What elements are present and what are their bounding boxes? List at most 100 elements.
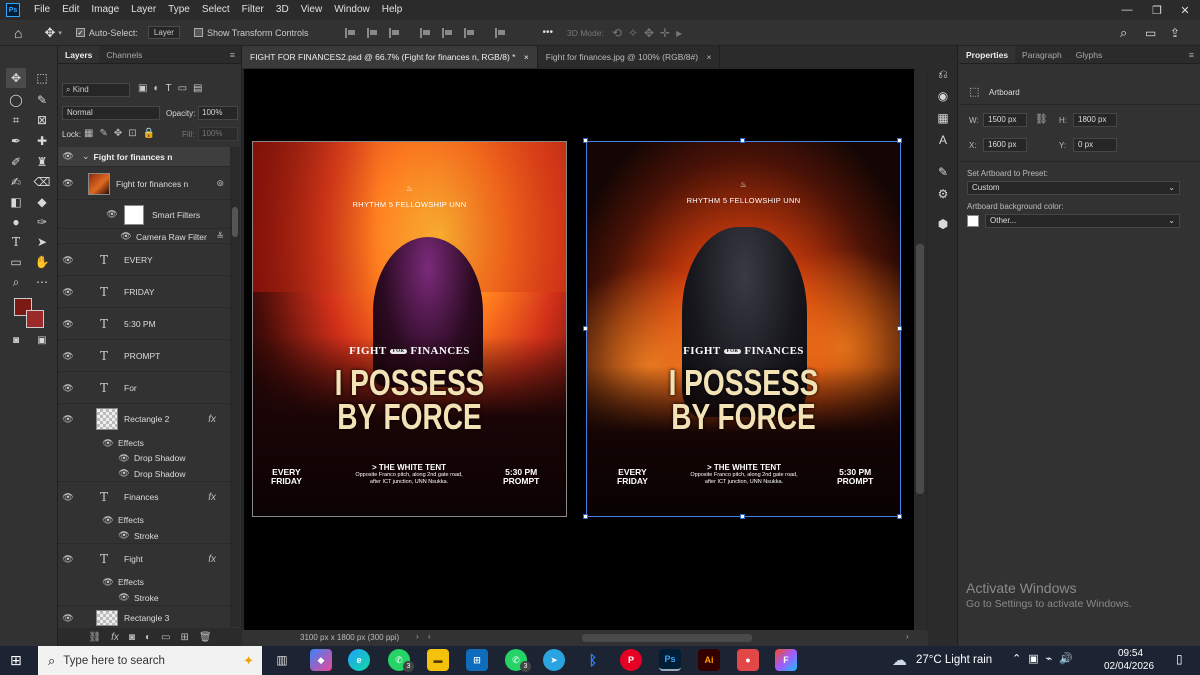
menu-file[interactable]: File	[28, 0, 56, 20]
fx-icon[interactable]: fx	[208, 492, 216, 503]
align-top-icon[interactable]	[420, 27, 432, 38]
restore-button[interactable]: ❐	[1142, 0, 1172, 20]
photoshop-taskbar-icon[interactable]: Ps	[659, 649, 681, 671]
visibility-eye-icon[interactable]: 👁	[102, 577, 114, 588]
visibility-eye-icon[interactable]: 👁	[62, 255, 74, 266]
transform-handle[interactable]	[740, 514, 745, 519]
screen-mode-icon[interactable]: ▣	[32, 330, 52, 350]
shape-tool[interactable]: ▭	[6, 252, 26, 272]
microsoft-store-icon[interactable]: ⊞	[466, 649, 488, 671]
align-center-icon[interactable]	[367, 27, 379, 38]
history-brush-tool[interactable]: ✍	[6, 172, 26, 192]
more-tools[interactable]: ⋯	[32, 272, 52, 292]
tab-properties[interactable]: Properties	[959, 46, 1016, 63]
screen-recorder-icon[interactable]: ●	[737, 649, 759, 671]
fx-icon[interactable]: fx	[111, 632, 119, 643]
align-left-icon[interactable]	[345, 27, 357, 38]
visibility-eye-icon[interactable]: 👁	[62, 414, 74, 425]
layer-row[interactable]: 👁 Rectangle 3	[58, 608, 230, 628]
artboard-right[interactable]: ♨ RHYTHM 5 FELLOWSHIP UNN FIGHT FOR FINANC…	[586, 141, 901, 517]
effects-row[interactable]: 👁 Effects	[58, 575, 230, 589]
fx-icon[interactable]: fx	[208, 414, 216, 425]
menu-image[interactable]: Image	[85, 0, 125, 20]
menu-window[interactable]: Window	[328, 0, 376, 20]
history-panel-icon[interactable]: ⎌	[933, 64, 953, 84]
visibility-eye-icon[interactable]: 👁	[62, 287, 74, 298]
adjustments-panel-icon[interactable]: ⚙	[933, 184, 953, 204]
visibility-eye-icon[interactable]: 👁	[118, 468, 130, 479]
layer-row[interactable]: 👁 T PROMPT	[58, 341, 230, 372]
visibility-eye-icon[interactable]: 👁	[62, 319, 74, 330]
opacity-field[interactable]: 100%	[198, 106, 238, 120]
link-icon[interactable]: ⛓	[1035, 114, 1048, 125]
auto-select-dropdown[interactable]: Layer	[147, 26, 180, 39]
horizontal-scrollbar[interactable]	[582, 634, 752, 642]
layer-row[interactable]: 👁 T Fight fx	[58, 545, 230, 573]
close-button[interactable]: ✕	[1170, 0, 1200, 20]
windows-start-icon[interactable]: ⊞	[10, 652, 22, 669]
tab-paragraph[interactable]: Paragraph	[1015, 46, 1069, 63]
color-panel-icon[interactable]: ◉	[933, 86, 953, 106]
visibility-eye-icon[interactable]: 👁	[62, 613, 74, 624]
blend-mode-dropdown[interactable]: Normal	[62, 106, 160, 120]
chevron-down-icon[interactable]: ⌄	[82, 151, 90, 162]
healing-tool[interactable]: ✚	[32, 131, 52, 151]
edge-icon[interactable]: e	[348, 649, 370, 671]
menu-filter[interactable]: Filter	[236, 0, 270, 20]
align-bottom-icon[interactable]	[464, 27, 476, 38]
folder-icon[interactable]: ▭	[161, 632, 170, 643]
effect-row[interactable]: 👁 Drop Shadow	[58, 466, 230, 482]
layer-row[interactable]: 👁 Smart Filters	[58, 201, 230, 229]
effect-row[interactable]: 👁 Drop Shadow	[58, 451, 230, 465]
layer-group[interactable]: 👁 ⌄ Fight for finances n	[58, 147, 230, 167]
transform-handle[interactable]	[583, 138, 588, 143]
background-color-swatch[interactable]	[26, 310, 44, 328]
transform-handle[interactable]	[583, 326, 588, 331]
character-panel-icon[interactable]: A	[933, 130, 953, 150]
pen-tool[interactable]: ✑	[32, 212, 52, 232]
visibility-eye-icon[interactable]: 👁	[120, 231, 132, 242]
home-icon[interactable]: ⌂	[14, 25, 22, 41]
tab-document-psd[interactable]: FIGHT FOR FINANCES2.psd @ 66.7% (Fight f…	[242, 46, 538, 68]
visibility-eye-icon[interactable]: 👁	[62, 554, 74, 565]
preset-dropdown[interactable]: Custom ⌄	[967, 181, 1180, 195]
visibility-eye-icon[interactable]: 👁	[62, 351, 74, 362]
layer-row[interactable]: 👁 T EVERY	[58, 245, 230, 276]
tab-layers[interactable]: Layers	[58, 46, 100, 63]
menu-edit[interactable]: Edit	[56, 0, 85, 20]
blur-tool[interactable]: ◆	[32, 192, 52, 212]
visibility-eye-icon[interactable]: 👁	[62, 178, 74, 189]
layer-row[interactable]: 👁 T For	[58, 373, 230, 404]
x-field[interactable]: 1600 px	[983, 138, 1027, 152]
visibility-eye-icon[interactable]: 👁	[102, 515, 114, 526]
share-icon[interactable]: ⇪	[1170, 26, 1180, 40]
auto-select-option[interactable]: ✓ Auto-Select:	[75, 28, 138, 38]
close-icon[interactable]: ×	[706, 52, 711, 62]
eraser-tool[interactable]: ⌫	[32, 172, 52, 192]
canvas[interactable]: ♨ RHYTHM 5 FELLOWSHIP UNN FIGHT FOR FINANC…	[244, 69, 914, 635]
menu-type[interactable]: Type	[162, 0, 196, 20]
frame-tool[interactable]: ⊠	[32, 110, 52, 130]
width-field[interactable]: 1500 px	[983, 113, 1027, 127]
menu-3d[interactable]: 3D	[270, 0, 295, 20]
link-icon[interactable]: ⛓	[88, 632, 101, 643]
move-tool-icon[interactable]: ✥	[44, 25, 55, 41]
transform-handle[interactable]	[897, 326, 902, 331]
fill-field[interactable]: 100%	[198, 127, 238, 141]
background-color-dropdown[interactable]: Other... ⌄	[985, 214, 1180, 228]
lasso-tool[interactable]: ◯	[6, 90, 26, 110]
transform-handle[interactable]	[740, 138, 745, 143]
task-view-icon[interactable]: ▥	[271, 649, 293, 671]
illustrator-icon[interactable]: Ai	[698, 649, 720, 671]
weather-text[interactable]: 27°C Light rain	[916, 654, 992, 666]
transform-handle[interactable]	[583, 514, 588, 519]
visibility-eye-icon[interactable]: 👁	[62, 383, 74, 394]
figma-icon[interactable]: F	[775, 649, 797, 671]
layer-row[interactable]: 👁 Rectangle 2 fx	[58, 405, 230, 433]
chevron-right-icon[interactable]: ›	[906, 632, 909, 641]
file-explorer-icon[interactable]: ▬	[427, 649, 449, 671]
quick-mask-icon[interactable]: ◙	[6, 330, 26, 350]
filter-options-icon[interactable]: ≚	[216, 231, 224, 242]
tab-glyphs[interactable]: Glyphs	[1069, 46, 1109, 63]
transform-handle[interactable]	[897, 514, 902, 519]
